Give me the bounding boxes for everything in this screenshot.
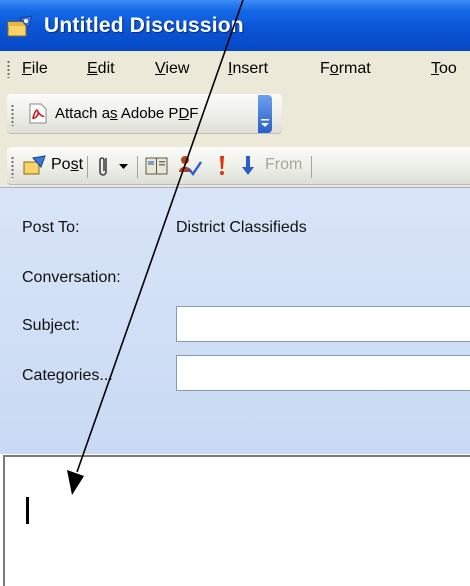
menu-insert[interactable]: Insert bbox=[228, 60, 268, 78]
title-bar: Untitled Discussion bbox=[0, 0, 470, 51]
text-cursor bbox=[26, 497, 29, 524]
menu-bar: File Edit View Insert Format Too bbox=[0, 51, 470, 87]
from-button[interactable]: From bbox=[265, 156, 302, 174]
conversation-label: Conversation: bbox=[22, 269, 121, 286]
paperclip-icon[interactable] bbox=[97, 154, 111, 178]
exclamation-icon[interactable] bbox=[217, 154, 227, 178]
standard-toolbar: Post From bbox=[7, 147, 470, 185]
attach-as-adobe-pdf-button[interactable]: Attach as Adobe PDF bbox=[55, 105, 198, 122]
toolbar-separator bbox=[311, 156, 312, 178]
adobe-pdf-icon bbox=[29, 103, 47, 124]
menu-tools[interactable]: Too bbox=[431, 60, 457, 78]
categories-button[interactable]: Categories... bbox=[22, 367, 113, 385]
message-body[interactable] bbox=[3, 455, 470, 586]
categories-field[interactable] bbox=[176, 355, 470, 391]
menu-bar-grip[interactable] bbox=[7, 60, 10, 78]
toolbar-options-chevron[interactable] bbox=[258, 95, 272, 133]
toolbar-grip[interactable] bbox=[11, 104, 14, 126]
post-button[interactable]: Post bbox=[51, 156, 83, 174]
toolbar-grip[interactable] bbox=[11, 156, 14, 178]
subject-field[interactable] bbox=[176, 306, 470, 342]
toolbar-separator bbox=[137, 156, 138, 178]
down-arrow-icon[interactable] bbox=[241, 155, 255, 177]
post-to-value: District Classifieds bbox=[176, 219, 307, 236]
standard-toolbar-band: Post From bbox=[0, 143, 470, 187]
discussion-post-icon bbox=[7, 15, 33, 37]
menu-format[interactable]: Format bbox=[320, 60, 371, 78]
menu-file[interactable]: File bbox=[22, 60, 48, 78]
check-names-icon[interactable] bbox=[177, 154, 203, 178]
subject-label: Subject: bbox=[22, 317, 80, 334]
attach-dropdown-arrow-icon[interactable] bbox=[119, 164, 128, 170]
toolbar-separator bbox=[87, 156, 88, 178]
post-to-label: Post To: bbox=[22, 219, 80, 236]
menu-view[interactable]: View bbox=[155, 60, 189, 78]
window-title: Untitled Discussion bbox=[44, 14, 244, 37]
post-header-form: Post To: District Classifieds Conversati… bbox=[0, 187, 470, 454]
pdf-toolbar-band: Attach as Adobe PDF bbox=[0, 87, 470, 143]
chevron-down-icon bbox=[261, 119, 269, 127]
pdf-toolbar: Attach as Adobe PDF bbox=[7, 94, 282, 134]
address-book-icon[interactable] bbox=[145, 155, 169, 177]
menu-edit[interactable]: Edit bbox=[87, 60, 115, 78]
post-icon bbox=[23, 155, 46, 175]
